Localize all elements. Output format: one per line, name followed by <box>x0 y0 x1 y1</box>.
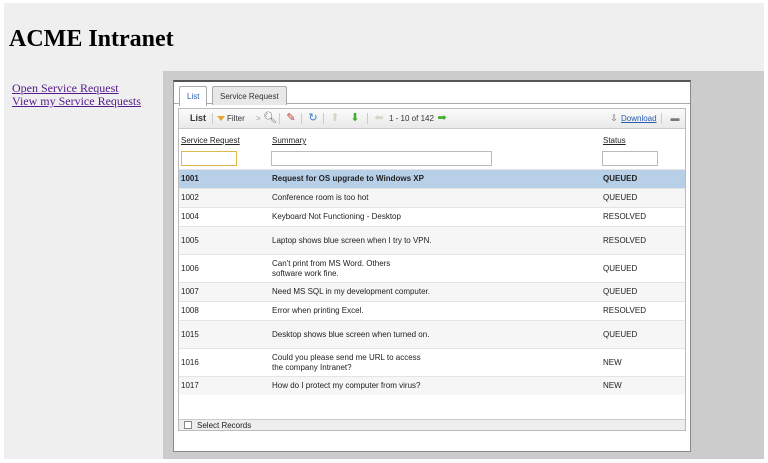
cell-summary: Request for OS upgrade to Windows XP <box>272 174 424 183</box>
page-header: ACME Intranet <box>4 3 764 71</box>
toolbar-divider <box>301 113 302 124</box>
cell-id: 1016 <box>181 357 199 367</box>
sidebar-nav: Open Service Request View my Service Req… <box>4 71 163 459</box>
arrow-left-icon[interactable]: ⬅︎ <box>373 112 385 124</box>
download-icon[interactable]: ⇩ <box>608 112 620 124</box>
cell-id: 1007 <box>181 287 199 296</box>
arrow-up-icon[interactable]: ⬆︎ <box>329 112 341 124</box>
edit-icon[interactable]: ✎ <box>285 112 297 124</box>
page-title: ACME Intranet <box>9 26 174 52</box>
pager-text: 1 - 10 of 142 <box>389 114 434 123</box>
tab-bar: List Service Request <box>174 82 690 106</box>
column-header-service-request[interactable]: Service Request <box>181 136 240 145</box>
table-row[interactable]: 1001 Request for OS upgrade to Windows X… <box>179 169 685 188</box>
table-row[interactable]: 1017 How do I protect my computer from v… <box>179 376 685 395</box>
cell-summary: Could you please send me URL to access t… <box>272 352 421 372</box>
cell-summary: Need MS SQL in my development computer. <box>272 287 430 296</box>
cell-status: NEW <box>603 381 622 390</box>
table-row[interactable]: 1015 Desktop shows blue screen when turn… <box>179 320 685 348</box>
table-row[interactable]: 1007 Need MS SQL in my development compu… <box>179 282 685 301</box>
table-row[interactable]: 1002 Conference room is too hot QUEUED <box>179 188 685 207</box>
cell-status: QUEUED <box>603 174 638 183</box>
cell-status: RESOLVED <box>603 212 646 221</box>
cell-status: QUEUED <box>603 263 638 273</box>
menu-icon[interactable]: ▬ <box>669 112 681 124</box>
cell-id: 1002 <box>181 193 199 202</box>
cell-summary: Error when printing Excel. <box>272 306 364 315</box>
refresh-icon[interactable]: ↻ <box>307 112 319 124</box>
filter-summary-input[interactable] <box>271 151 492 166</box>
cell-id: 1006 <box>181 263 199 273</box>
download-link[interactable]: Download <box>621 114 657 123</box>
records-grid: List Filter > 🔍︎ ✎ ↻ ⬆︎ ⬇︎ ⬅︎ 1 - 10 of … <box>178 108 686 431</box>
cell-status: NEW <box>603 357 622 367</box>
table-body: 1001 Request for OS upgrade to Windows X… <box>179 169 685 395</box>
content-frame: List Service Request List Filter > 🔍︎ ✎ … <box>173 80 691 452</box>
funnel-icon <box>217 116 225 121</box>
cell-id: 1001 <box>181 174 199 183</box>
cell-status: QUEUED <box>603 193 638 202</box>
filter-arrow: > <box>256 114 261 123</box>
cell-id: 1008 <box>181 306 199 315</box>
cell-status: QUEUED <box>603 287 638 296</box>
cell-summary: Can't print from MS Word. Others softwar… <box>272 258 391 278</box>
toolbar-divider <box>212 113 213 124</box>
cell-id: 1015 <box>181 329 199 339</box>
filter-service-request-input[interactable] <box>181 151 237 166</box>
cell-id: 1017 <box>181 381 199 390</box>
cell-status: QUEUED <box>603 329 638 339</box>
search-icon[interactable]: 🔍︎ <box>263 112 277 124</box>
filter-label: Filter <box>227 114 245 123</box>
table-row[interactable]: 1004 Keyboard Not Functioning - Desktop … <box>179 207 685 226</box>
table-row[interactable]: 1016 Could you please send me URL to acc… <box>179 348 685 376</box>
select-records-checkbox[interactable] <box>184 421 192 429</box>
toolbar-divider <box>661 113 662 124</box>
cell-summary: Desktop shows blue screen when turned on… <box>272 329 430 339</box>
select-records-bar: Select Records <box>179 419 685 430</box>
cell-summary: How do I protect my computer from virus? <box>272 381 421 390</box>
cell-id: 1005 <box>181 235 199 245</box>
toolbar-divider <box>279 113 280 124</box>
cell-id: 1004 <box>181 212 199 221</box>
grid-toolbar: List Filter > 🔍︎ ✎ ↻ ⬆︎ ⬇︎ ⬅︎ 1 - 10 of … <box>179 109 685 129</box>
table-row[interactable]: 1005 Laptop shows blue screen when I try… <box>179 226 685 254</box>
cell-summary: Laptop shows blue screen when I try to V… <box>272 235 432 245</box>
cell-summary: Conference room is too hot <box>272 193 369 202</box>
select-records-label: Select Records <box>197 421 252 430</box>
tab-list[interactable]: List <box>179 86 208 106</box>
table-row[interactable]: 1006 Can't print from MS Word. Others so… <box>179 254 685 282</box>
column-header-summary[interactable]: Summary <box>272 136 306 145</box>
cell-summary: Keyboard Not Functioning - Desktop <box>272 212 401 221</box>
cell-status: RESOLVED <box>603 306 646 315</box>
column-header-status[interactable]: Status <box>603 136 626 145</box>
filter-button[interactable]: Filter <box>217 114 245 123</box>
filter-status-input[interactable] <box>602 151 658 166</box>
toolbar-list-label: List <box>190 113 207 123</box>
arrow-down-icon[interactable]: ⬇︎ <box>349 112 361 124</box>
toolbar-divider <box>323 113 324 124</box>
cell-status: RESOLVED <box>603 235 646 245</box>
view-my-service-requests-link[interactable]: View my Service Requests <box>12 95 163 108</box>
tab-service-request[interactable]: Service Request <box>212 86 287 105</box>
arrow-right-icon[interactable]: ➡︎ <box>436 112 448 124</box>
table-row[interactable]: 1008 Error when printing Excel. RESOLVED <box>179 301 685 320</box>
toolbar-divider <box>367 113 368 124</box>
